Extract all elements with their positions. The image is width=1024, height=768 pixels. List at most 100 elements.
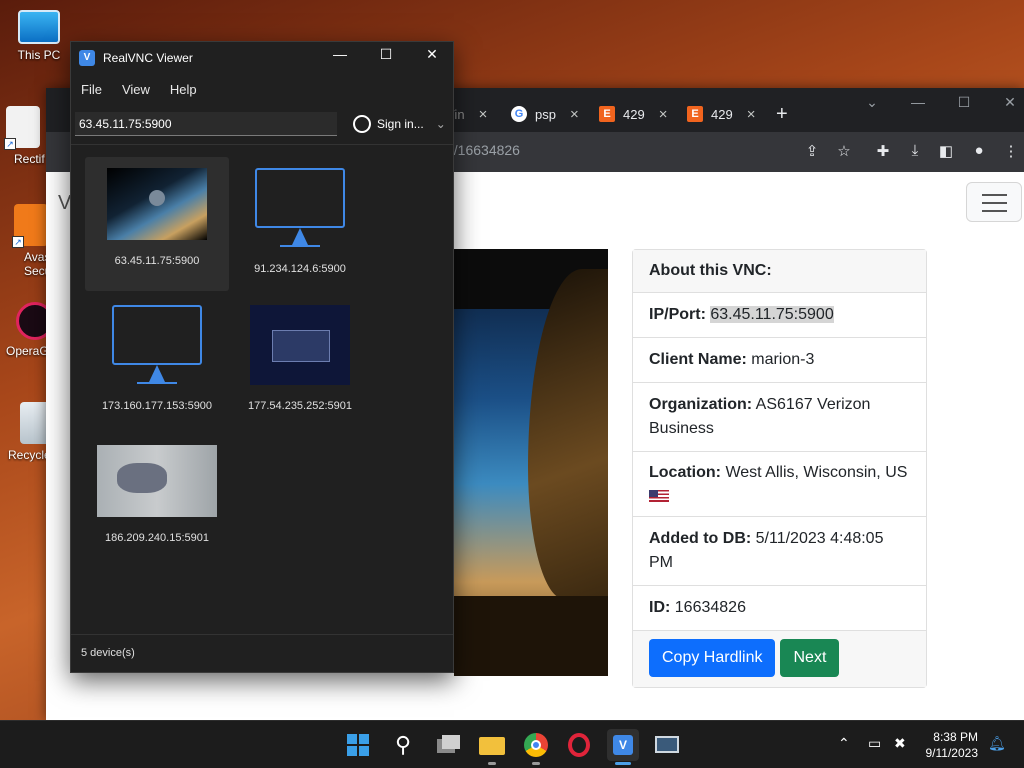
sign-in-button[interactable]: Sign in... ⌄ <box>353 112 446 136</box>
desktop-icon-label: This PC <box>17 48 61 62</box>
organization-row: Organization: AS6167 Verizon Business <box>633 383 926 452</box>
address-bar[interactable]: d/16634826 <box>446 142 520 158</box>
card-header: About this VNC: <box>633 250 926 293</box>
side-panel-icon[interactable]: ◧ <box>935 142 957 160</box>
desktop-icon-avast[interactable]: ↗ Avas Secure <box>0 204 46 278</box>
menu-view[interactable]: View <box>112 76 160 103</box>
profile-icon[interactable]: ● <box>968 142 990 159</box>
desktop-icon-rectif[interactable]: ↗ Rectif Contr <box>0 106 46 166</box>
tab-label: 429 <box>711 106 733 122</box>
chevron-down-icon[interactable]: ⌄ <box>852 94 892 111</box>
desktop-icon-label: Recycle <box>8 448 46 462</box>
etsy-icon: E <box>599 106 615 122</box>
file-explorer-icon[interactable] <box>476 729 508 765</box>
maximize-button[interactable]: ☐ <box>363 46 409 70</box>
monitor-icon <box>18 10 60 44</box>
taskbar: ⚲ V ⌃ ▭ ✖ 8:38 PM 9/11/2023 🔔︎ <box>0 720 1024 768</box>
browser-tab[interactable]: E 429 × <box>589 96 677 132</box>
device-tile[interactable]: 177.54.235.252:5901 <box>228 294 372 428</box>
desktop-icon-this-pc[interactable]: This PC <box>3 10 75 62</box>
title-bar: V RealVNC Viewer — ☐ ✕ <box>71 42 453 74</box>
next-button[interactable]: Next <box>780 639 840 677</box>
device-label: 91.234.124.6:5900 <box>254 263 346 275</box>
download-icon[interactable]: ⤓ <box>904 142 926 159</box>
tab-label: psp <box>535 106 556 122</box>
bookmark-star-icon[interactable]: ☆ <box>833 142 855 160</box>
client-name-row: Client Name: marion-3 <box>633 338 926 383</box>
menu-help[interactable]: Help <box>160 76 207 103</box>
search-icon[interactable]: ⚲ <box>387 729 419 761</box>
display-icon[interactable]: ▭ <box>868 735 881 752</box>
browser-tab[interactable]: G psp × <box>501 96 589 132</box>
device-tile[interactable]: 91.234.124.6:5900 <box>228 157 372 291</box>
realvnc-viewer-window: V RealVNC Viewer — ☐ ✕ File View Help Si… <box>70 41 454 673</box>
menu-file[interactable]: File <box>71 76 112 103</box>
location-value: West Allis, Wisconsin, US <box>725 464 908 481</box>
window-title: RealVNC Viewer <box>103 51 193 65</box>
realvnc-taskbar-icon[interactable]: V <box>607 729 639 765</box>
opera-gx-icon <box>16 302 46 340</box>
ip-port-value: 63.45.11.75:5900 <box>710 306 834 323</box>
notification-bell-icon[interactable]: 🔔︎ <box>988 735 1006 752</box>
navbar-toggle-button[interactable] <box>966 182 1022 222</box>
maximize-button[interactable]: ☐ <box>944 94 984 111</box>
chrome-icon[interactable] <box>520 729 552 765</box>
new-tab-button[interactable]: + <box>766 96 798 132</box>
vnc-info-card: About this VNC: IP/Port: 63.45.11.75:590… <box>632 249 927 688</box>
avast-icon: ↗ <box>12 204 46 248</box>
minimize-button[interactable]: — <box>317 46 363 70</box>
kebab-menu-icon[interactable]: ⋮ <box>1000 142 1022 160</box>
chevron-up-icon[interactable]: ⌃ <box>838 735 850 752</box>
row-label: Location: <box>649 464 721 481</box>
device-tile[interactable]: 173.160.177.153:5900 <box>85 294 229 428</box>
close-icon[interactable]: × <box>659 106 668 123</box>
device-tile[interactable]: 186.209.240.15:5901 <box>85 434 229 568</box>
close-window-button[interactable]: ✕ <box>990 94 1024 111</box>
status-bar: 5 device(s) <box>71 634 453 672</box>
device-label: 173.160.177.153:5900 <box>101 400 213 412</box>
device-thumbnail <box>97 445 217 517</box>
row-label: ID: <box>649 599 671 616</box>
minimize-button[interactable]: — <box>898 94 938 110</box>
close-icon[interactable]: × <box>747 106 756 123</box>
desktop-icon-label: Rectif Contr <box>14 152 46 166</box>
desktop-icon-label: Avas Secure <box>24 250 46 278</box>
address-search-input[interactable] <box>75 112 337 136</box>
monitor-app-icon[interactable] <box>651 729 683 761</box>
device-tile[interactable]: 63.45.11.75:5900 <box>85 157 229 291</box>
row-label: Added to DB: <box>649 530 752 547</box>
close-icon[interactable]: × <box>479 106 488 123</box>
volume-muted-icon[interactable]: ✖ <box>894 735 906 752</box>
start-windows-icon[interactable] <box>342 729 374 761</box>
device-thumbnail <box>250 305 350 385</box>
etsy-icon: E <box>687 106 703 122</box>
browser-tab[interactable]: E 429 × <box>677 96 765 132</box>
extensions-icon[interactable]: ✚ <box>872 142 894 160</box>
clock-date: 9/11/2023 <box>925 746 979 760</box>
close-window-button[interactable]: ✕ <box>409 46 455 70</box>
recycle-bin-icon <box>20 402 46 444</box>
user-icon <box>353 115 371 133</box>
client-name-value: marion-3 <box>751 351 815 368</box>
us-flag-icon <box>649 489 669 502</box>
device-label: 177.54.235.252:5901 <box>248 400 352 412</box>
chevron-down-icon: ⌄ <box>435 117 446 131</box>
share-icon[interactable]: ⇪ <box>801 142 823 160</box>
copy-hardlink-button[interactable]: Copy Hardlink <box>649 639 776 677</box>
device-label: 186.209.240.15:5901 <box>105 532 209 544</box>
desktop-icon-recycle-bin[interactable]: Recycle <box>0 402 46 462</box>
clock-time: 8:38 PM <box>933 730 978 744</box>
row-label: IP/Port: <box>649 306 706 323</box>
desktop-icon-opera-gx[interactable]: OperaG <box>0 302 46 358</box>
added-row: Added to DB: 5/11/2023 4:48:05 PM <box>633 517 926 586</box>
ip-port-row: IP/Port: 63.45.11.75:5900 <box>633 293 926 338</box>
opera-icon[interactable] <box>563 729 595 761</box>
task-view-icon[interactable] <box>432 729 464 761</box>
menu-bar: File View Help <box>71 76 207 103</box>
id-value: 16634826 <box>674 599 746 616</box>
close-icon[interactable]: × <box>570 106 579 123</box>
monitor-icon <box>250 168 350 248</box>
google-icon: G <box>511 106 527 122</box>
realvnc-logo-icon: V <box>79 50 95 66</box>
clock[interactable]: 8:38 PM 9/11/2023 <box>926 729 979 761</box>
